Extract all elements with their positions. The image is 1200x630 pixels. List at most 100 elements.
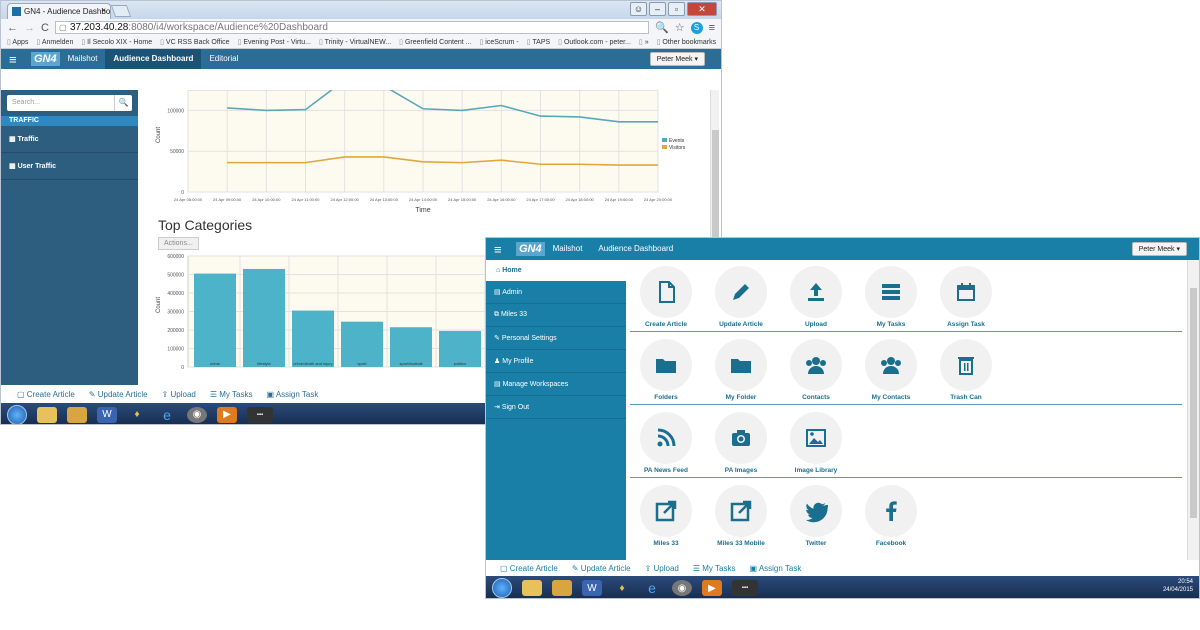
bookmark-item[interactable]: Outlook.com - peter...: [558, 38, 631, 46]
upload-link[interactable]: ⇪ Upload: [162, 390, 196, 399]
sidebar-item-home[interactable]: ⌂ Home: [486, 260, 626, 281]
tile-my-folder[interactable]: My Folder: [706, 339, 776, 409]
tile-facebook[interactable]: Facebook: [856, 485, 926, 555]
tile-contacts[interactable]: Contacts: [781, 339, 851, 409]
scrollbar-thumb[interactable]: [712, 130, 719, 250]
tile-create-article[interactable]: Create Article: [631, 266, 701, 336]
nav-mailshot[interactable]: Mailshot: [545, 239, 591, 259]
start-orb-icon[interactable]: [492, 578, 512, 598]
bar[interactable]: [243, 268, 285, 367]
tile-miles-33-mobile[interactable]: Miles 33 Mobile: [706, 485, 776, 555]
bbc-icon[interactable]: ▪▪▪: [247, 406, 273, 423]
bar[interactable]: [292, 310, 334, 367]
hamburger-menu-icon[interactable]: ≡: [494, 242, 508, 257]
assign-task-link[interactable]: ▣ Assign Task: [266, 390, 318, 399]
tile-pa-news-feed[interactable]: PA News Feed: [631, 412, 701, 482]
bookmark-item[interactable]: Il Secolo XIX - Home: [81, 38, 152, 46]
sidebar-item-sign-out[interactable]: ⇥ Sign Out: [486, 396, 626, 419]
chrome-icon[interactable]: ◉: [187, 406, 207, 423]
pdf-icon[interactable]: ♦: [612, 580, 632, 596]
tile-pa-images[interactable]: PA Images: [706, 412, 776, 482]
sidebar-item-user-traffic[interactable]: User Traffic: [1, 153, 138, 180]
bookmark-item[interactable]: iceScrum -: [479, 38, 518, 46]
nav-mailshot[interactable]: Mailshot: [60, 49, 106, 69]
media-player-icon[interactable]: ▶: [217, 406, 237, 423]
forward-arrow-icon[interactable]: →: [24, 22, 35, 34]
scrollbar-thumb[interactable]: [1190, 288, 1197, 518]
browser-tab[interactable]: GN4 - Audience Dashboa ×: [7, 3, 111, 19]
ie-icon[interactable]: e: [642, 580, 662, 596]
sidebar-item-my-profile[interactable]: ♟ My Profile: [486, 350, 626, 373]
create-article-link[interactable]: ▢ Create Article: [17, 390, 75, 399]
user-menu-button[interactable]: Peter Meek ▾: [1131, 242, 1187, 256]
bbc-icon[interactable]: ▪▪▪: [732, 580, 758, 596]
media-player-icon[interactable]: ▶: [702, 580, 722, 596]
folder-icon[interactable]: [552, 580, 572, 596]
zoom-icon[interactable]: 🔍: [655, 21, 669, 34]
tile-update-article[interactable]: Update Article: [706, 266, 776, 336]
actions-button[interactable]: Actions...: [158, 237, 199, 250]
nav-audience-dashboard[interactable]: Audience Dashboard: [105, 49, 202, 69]
explorer-icon[interactable]: [522, 580, 542, 596]
folder-icon[interactable]: [67, 406, 87, 423]
new-tab-button[interactable]: [110, 5, 132, 17]
back-arrow-icon[interactable]: ←: [7, 22, 18, 34]
pdf-icon[interactable]: ♦: [127, 407, 147, 423]
tile-my-contacts[interactable]: My Contacts: [856, 339, 926, 409]
tile-miles-33[interactable]: Miles 33: [631, 485, 701, 555]
tab-close-icon[interactable]: ×: [101, 6, 106, 15]
tile-my-tasks[interactable]: My Tasks: [856, 266, 926, 336]
scrollbar[interactable]: [1187, 260, 1199, 560]
close-window-icon[interactable]: ✕: [687, 2, 717, 16]
hamburger-menu-icon[interactable]: ≡: [9, 52, 23, 67]
nav-editorial[interactable]: Editorial: [201, 49, 246, 69]
sidebar-item-miles-33[interactable]: ⧉ Miles 33: [486, 304, 626, 327]
user-menu-button[interactable]: Peter Meek ▾: [649, 52, 705, 66]
menu-icon[interactable]: ≡: [709, 22, 715, 34]
bookmark-item[interactable]: Anmelden: [36, 38, 74, 46]
sidebar-item-personal-settings[interactable]: ✎ Personal Settings: [486, 327, 626, 350]
bookmark-item[interactable]: Greenfield Content ...: [399, 38, 472, 46]
tile-trash-can[interactable]: Trash Can: [931, 339, 1001, 409]
ie-icon[interactable]: e: [157, 407, 177, 423]
word-icon[interactable]: W: [97, 406, 117, 423]
my-tasks-link[interactable]: ☰ My Tasks: [693, 564, 736, 573]
tile-upload[interactable]: Upload: [781, 266, 851, 336]
my-tasks-link[interactable]: ☰ My Tasks: [210, 390, 253, 399]
update-article-link[interactable]: ✎ Update Article: [89, 390, 148, 399]
upload-link[interactable]: ⇪ Upload: [645, 564, 679, 573]
bookmark-item[interactable]: TAPS: [527, 38, 550, 46]
bookmark-item[interactable]: VC RSS Back Office: [160, 38, 230, 46]
bookmark-item[interactable]: »: [639, 38, 649, 46]
tile-folders[interactable]: Folders: [631, 339, 701, 409]
word-icon[interactable]: W: [582, 580, 602, 596]
sidebar-item-traffic[interactable]: Traffic: [1, 126, 138, 153]
tile-assign-task[interactable]: Assign Task: [931, 266, 1001, 336]
bar[interactable]: [194, 273, 236, 367]
maximize-icon[interactable]: ▫: [668, 2, 685, 16]
star-icon[interactable]: ☆: [675, 21, 685, 34]
skype-icon[interactable]: S: [690, 21, 703, 34]
bookmark-item[interactable]: Trinity - VirtualNEW...: [319, 38, 392, 46]
explorer-icon[interactable]: [37, 406, 57, 423]
minimize-icon[interactable]: –: [649, 2, 666, 16]
nav-audience-dashboard[interactable]: Audience Dashboard: [590, 239, 681, 259]
reload-icon[interactable]: C: [41, 22, 49, 34]
tile-image-library[interactable]: Image Library: [781, 412, 851, 482]
sidebar-item-manage-workspaces[interactable]: ▤ Manage Workspaces: [486, 373, 626, 396]
user-icon[interactable]: ☺: [630, 2, 647, 16]
start-orb-icon[interactable]: [7, 404, 27, 424]
url-input[interactable]: 37.203.40.28:8080/i4/workspace/Audience%…: [54, 21, 649, 34]
assign-task-link[interactable]: ▣ Assign Task: [749, 564, 801, 573]
bookmark-item[interactable]: Apps: [7, 38, 28, 46]
search-input[interactable]: Search... 🔍: [7, 95, 132, 111]
create-article-link[interactable]: ▢ Create Article: [500, 564, 558, 573]
bookmark-item[interactable]: Evening Post - Virtu...: [238, 38, 311, 46]
chrome-icon[interactable]: ◉: [672, 580, 692, 596]
bookmark-item[interactable]: Other bookmarks: [657, 38, 716, 46]
tile-twitter[interactable]: Twitter: [781, 485, 851, 555]
sidebar-item-admin[interactable]: ▤ Admin: [486, 281, 626, 304]
system-tray-clock[interactable]: 20:54 24/04/2015: [1163, 578, 1193, 594]
update-article-link[interactable]: ✎ Update Article: [572, 564, 631, 573]
search-icon[interactable]: 🔍: [114, 95, 132, 111]
